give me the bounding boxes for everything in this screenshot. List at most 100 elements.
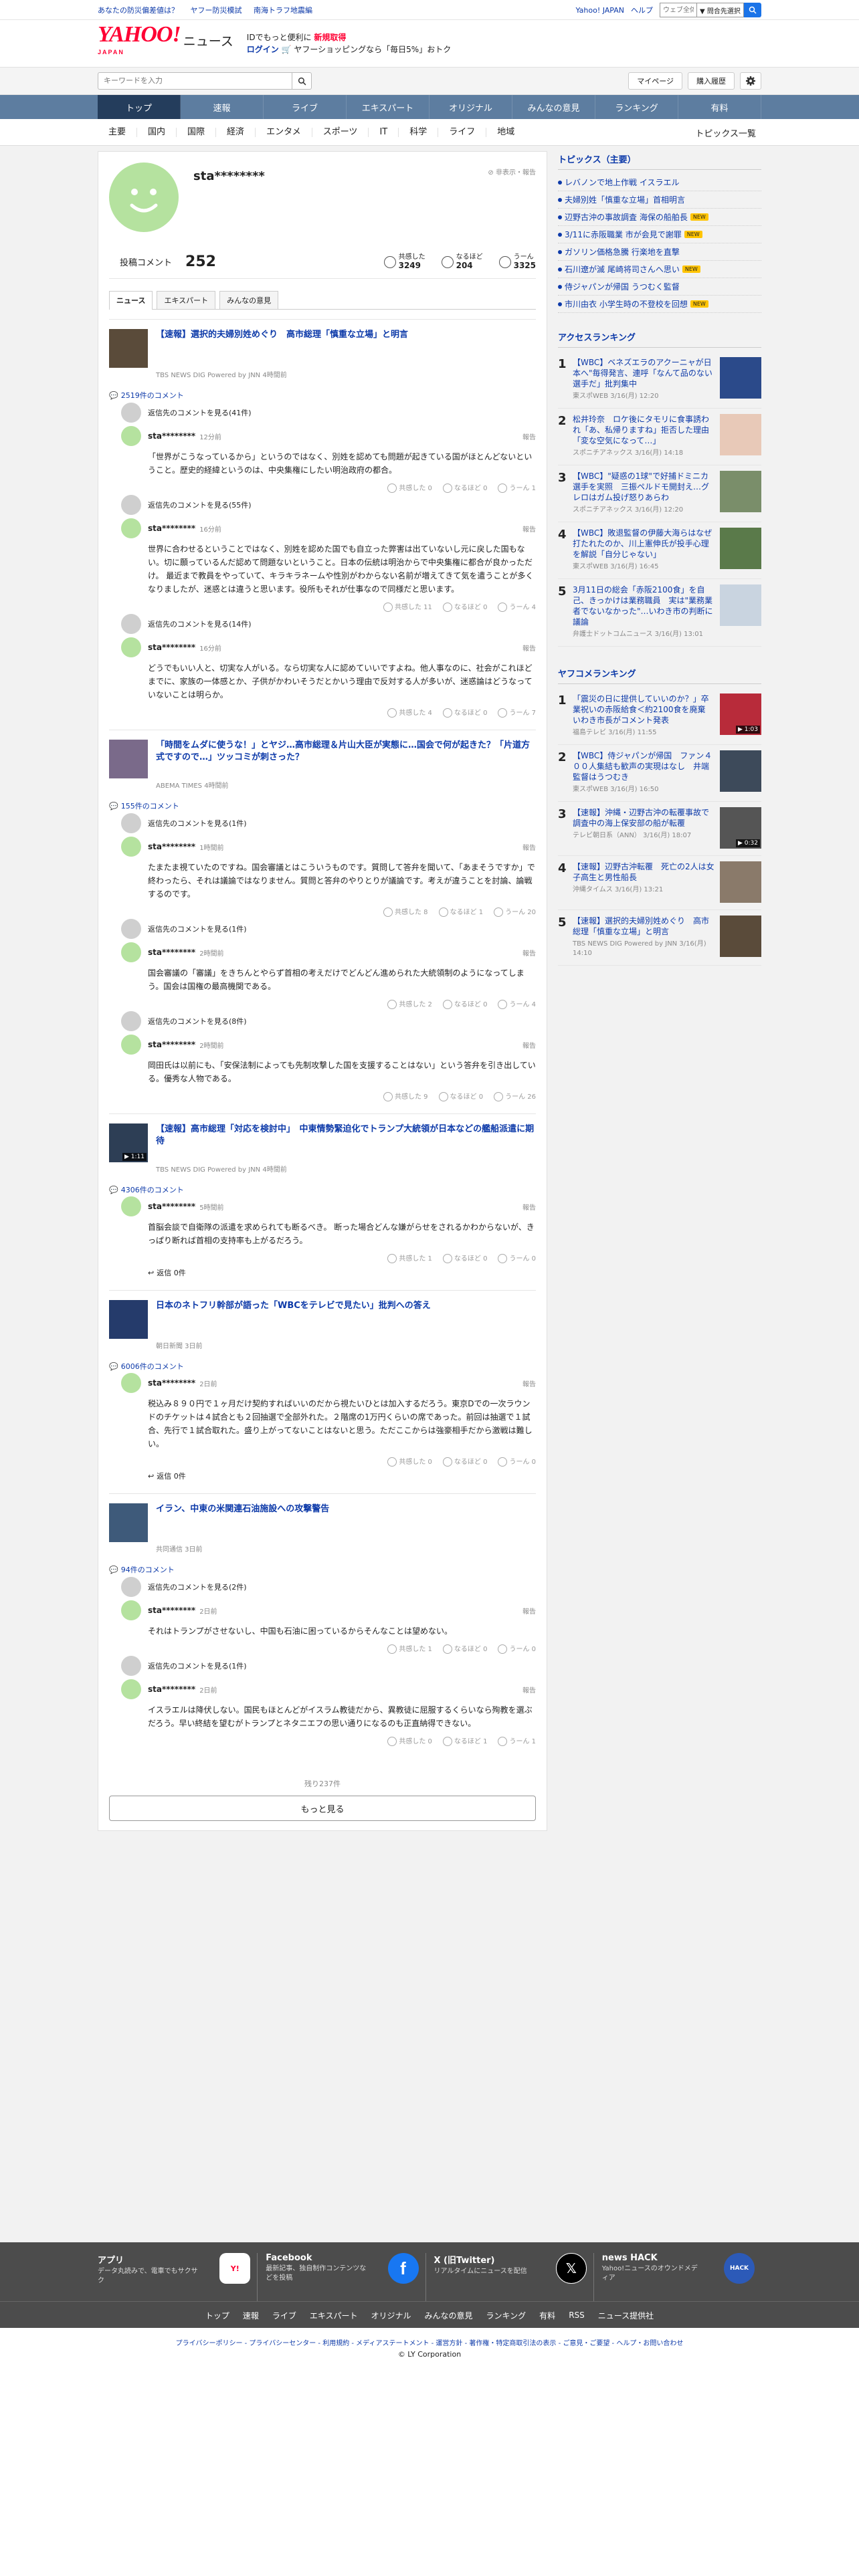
category-sports[interactable]: スポーツ xyxy=(312,128,369,137)
replies-link[interactable]: ↩ 返信 0件 xyxy=(148,1471,536,1481)
topics-list-link[interactable]: トピックス一覧 xyxy=(695,126,761,139)
reaction-button[interactable]: 共感した 0 xyxy=(387,1457,432,1467)
comment-author[interactable]: sta******** xyxy=(148,1378,195,1388)
footer-x[interactable]: X (旧Twitter) リアルタイムにニュースを配信 𝕏 xyxy=(434,2253,594,2301)
article-comment-count[interactable]: 💬 4306件のコメント xyxy=(109,1184,536,1195)
category-international[interactable]: 国際 xyxy=(177,128,217,137)
footer-nav-link[interactable]: みんなの意見 xyxy=(425,2310,473,2321)
settings-button[interactable] xyxy=(740,72,761,90)
help-link[interactable]: ヘルプ xyxy=(631,5,653,15)
footer-nav-link[interactable]: オリジナル xyxy=(371,2310,411,2321)
nav-tab-opinions[interactable]: みんなの意見 xyxy=(512,95,595,119)
hide-report-link[interactable]: ⊘ 非表示・報告 xyxy=(488,167,536,177)
comment-author[interactable]: sta******** xyxy=(148,1685,195,1694)
reaction-button[interactable]: なるほど 0 xyxy=(442,1254,487,1263)
promo-link-2[interactable]: ヤフー防災模試 xyxy=(191,6,242,15)
ranking-item[interactable]: 1 【WBC】ベネズエラのアクーニャが日本へ"毎得発言、連呼「なんて品のない選手だ… xyxy=(558,352,761,409)
topic-link[interactable]: 石川遼が滅 尾崎将司さんへ思い NEW xyxy=(558,261,761,278)
article-title-link[interactable]: 【速報】選択的夫婦別姓めぐり 高市総理「慎重な立場」と明言 xyxy=(156,329,408,368)
footer-app[interactable]: アプリ データ丸読みで、電車でもサクサク Y! xyxy=(98,2253,258,2301)
yahoo-japan-link[interactable]: Yahoo! JAPAN xyxy=(575,6,624,15)
reaction-button[interactable]: うーん 4 xyxy=(498,603,536,612)
reaction-button[interactable]: 共感した 1 xyxy=(387,1644,432,1654)
report-link[interactable]: 報告 xyxy=(522,1606,536,1616)
reaction-button[interactable]: うーん 1 xyxy=(498,484,536,493)
reaction-button[interactable]: なるほど 0 xyxy=(442,484,487,493)
reaction-button[interactable]: なるほど 1 xyxy=(438,907,483,917)
reaction-button[interactable]: 共感した 2 xyxy=(387,1000,432,1009)
article-comment-count[interactable]: 💬 6006件のコメント xyxy=(109,1361,536,1372)
footer-nav-link[interactable]: エキスパート xyxy=(310,2310,358,2321)
footer-nav-link[interactable]: ランキング xyxy=(486,2310,527,2321)
ranking-item[interactable]: 5 【速報】選択的夫婦別姓めぐり 高市総理「慎重な立場」と明言 TBS NEWS D… xyxy=(558,910,761,966)
category-it[interactable]: IT xyxy=(369,128,399,137)
article-thumbnail[interactable]: ▶ 1:11 xyxy=(109,1123,148,1162)
topic-link[interactable]: 3/11に赤阪職業 市が会見で謝罪 NEW xyxy=(558,226,761,243)
reaction-button[interactable]: うーん 0 xyxy=(498,1644,536,1654)
legal-links[interactable]: プライバシーポリシー - プライバシーセンター - 利用規約 - メディアステー… xyxy=(0,2337,859,2347)
ranking-item[interactable]: 4 【WBC】敗退監督の伊藤大海らはなぜ打たれたのか、川上憲伸氏が投手心理を解説「… xyxy=(558,522,761,579)
reaction-button[interactable]: うーん 1 xyxy=(498,1737,536,1746)
report-link[interactable]: 報告 xyxy=(522,431,536,441)
topic-link[interactable]: 侍ジャパンが帰国 うつむく監督 xyxy=(558,278,761,296)
nav-tab-breaking[interactable]: 速報 xyxy=(181,95,264,119)
footer-nav-link[interactable]: ライブ xyxy=(272,2310,296,2321)
comment-author[interactable]: sta******** xyxy=(148,1606,195,1615)
topic-link[interactable]: 市川由衣 小学生時の不登校を回想 NEW xyxy=(558,296,761,313)
view-parent-comment-link[interactable]: 返信先のコメントを見る(1件) xyxy=(121,811,536,835)
report-link[interactable]: 報告 xyxy=(522,643,536,653)
footer-nav-link[interactable]: RSS xyxy=(569,2311,585,2320)
comment-author[interactable]: sta******** xyxy=(148,1202,195,1211)
reaction-button[interactable]: 共感した 11 xyxy=(383,603,432,612)
article-thumbnail[interactable] xyxy=(109,1503,148,1542)
view-parent-comment-link[interactable]: 返信先のコメントを見る(2件) xyxy=(121,1575,536,1599)
footer-nav-link[interactable]: 有料 xyxy=(539,2310,555,2321)
article-thumbnail[interactable] xyxy=(109,329,148,368)
report-link[interactable]: 報告 xyxy=(522,948,536,958)
keyword-search-input[interactable] xyxy=(98,72,292,90)
nav-tab-paid[interactable]: 有料 xyxy=(678,95,761,119)
view-parent-comment-link[interactable]: 返信先のコメントを見る(41件) xyxy=(121,401,536,425)
ranking-item[interactable]: 5 3月11日の総会「赤阪2100食」を自己、きっかけは業務職員 実は"業務業者で… xyxy=(558,579,761,647)
reaction-button[interactable]: 共感した 0 xyxy=(387,1737,432,1746)
reaction-button[interactable]: 共感した 8 xyxy=(383,907,428,917)
category-economy[interactable]: 経済 xyxy=(216,128,256,137)
category-local[interactable]: 地域 xyxy=(486,128,525,137)
service-name[interactable]: ニュース xyxy=(183,31,233,49)
comment-author[interactable]: sta******** xyxy=(148,643,195,652)
tab-expert[interactable]: エキスパート xyxy=(157,291,216,309)
reaction-button[interactable]: 共感した 0 xyxy=(387,484,432,493)
article-title-link[interactable]: 「時間をムダに使うな！」とヤジ…高市総理＆片山大臣が実態に…国会で何が起きた？「… xyxy=(156,740,536,778)
ranking-item[interactable]: 3 【WBC】"疑惑の1球"で好捕ドミニカ選手を実照 三振ペルドモ開封え…グレロは… xyxy=(558,465,761,522)
reaction-button[interactable]: 共感した 4 xyxy=(387,708,432,718)
ranking-item[interactable]: 2 松井玲奈 ロケ後にタモリに食事誘われ「あ、私帰りますね」拒否した理由「変な空気… xyxy=(558,409,761,465)
reaction-button[interactable]: なるほど 1 xyxy=(442,1737,487,1746)
article-thumbnail[interactable] xyxy=(109,740,148,778)
article-comment-count[interactable]: 💬 155件のコメント xyxy=(109,800,536,811)
category-science[interactable]: 科学 xyxy=(399,128,439,137)
reaction-button[interactable]: うーん 4 xyxy=(498,1000,536,1009)
web-search-button[interactable] xyxy=(744,3,761,17)
reaction-button[interactable]: うーん 0 xyxy=(498,1254,536,1263)
login-link[interactable]: ログイン xyxy=(247,45,279,54)
comment-author[interactable]: sta******** xyxy=(148,431,195,441)
ranking-item[interactable]: 3 【速報】沖縄・辺野古沖の転覆事故で調査中の海上保安部の船が転覆 テレビ朝日系（A… xyxy=(558,802,761,856)
reaction-button[interactable]: うーん 20 xyxy=(494,907,536,917)
reaction-button[interactable]: うーん 7 xyxy=(498,708,536,718)
article-title-link[interactable]: 日本のネトフリ幹部が語った「WBCをテレビで見たい」批判への答え xyxy=(156,1300,431,1339)
web-search-input[interactable] xyxy=(660,3,697,17)
view-parent-comment-link[interactable]: 返信先のコメントを見る(1件) xyxy=(121,1654,536,1678)
nav-tab-expert[interactable]: エキスパート xyxy=(347,95,430,119)
category-entertainment[interactable]: エンタメ xyxy=(256,128,312,137)
report-link[interactable]: 報告 xyxy=(522,842,536,852)
comment-author[interactable]: sta******** xyxy=(148,1040,195,1049)
report-link[interactable]: 報告 xyxy=(522,1040,536,1050)
nav-tab-top[interactable]: トップ xyxy=(98,95,181,119)
reaction-button[interactable]: うーん 26 xyxy=(494,1092,536,1101)
ranking-item[interactable]: 4 【速報】辺野古沖転覆 死亡の2人は女子高生と男性船長 沖縄タイムス 3/16(月… xyxy=(558,856,761,910)
topic-link[interactable]: レバノンで地上作戦 イスラエル xyxy=(558,174,761,191)
report-link[interactable]: 報告 xyxy=(522,1202,536,1212)
reaction-button[interactable]: 共感した 9 xyxy=(383,1092,428,1101)
footer-nav-link[interactable]: トップ xyxy=(205,2310,229,2321)
report-link[interactable]: 報告 xyxy=(522,1378,536,1388)
